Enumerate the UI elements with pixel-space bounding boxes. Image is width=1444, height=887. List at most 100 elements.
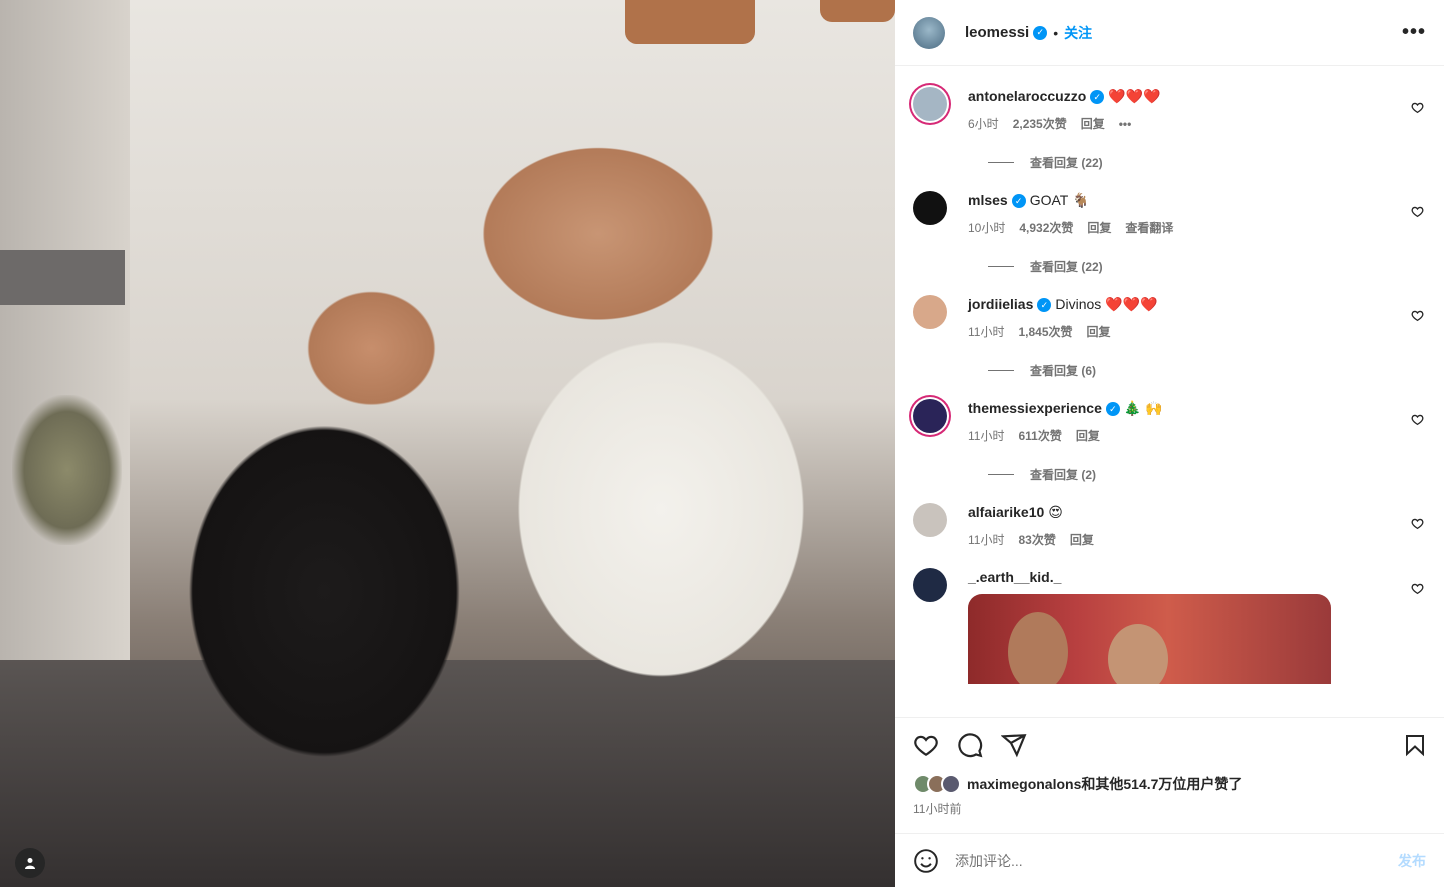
view-replies-label: 查看回复 (22) [1030,156,1103,170]
like-icon[interactable] [913,732,939,758]
verified-badge-icon: ✓ [1037,298,1052,313]
comment-input[interactable] [955,852,1398,869]
view-replies-button[interactable]: 查看回复 (22) [911,258,1428,275]
view-replies-label: 查看回复 (6) [1030,364,1097,378]
likes-count[interactable]: 和其他514.7万位用户赞了 [1081,774,1242,794]
comment-avatar[interactable] [913,87,947,121]
comment-extra-button[interactable]: 查看翻译 [1125,219,1173,236]
comment-row: themessiexperience ✓ 🎄 🙌 11小时 611次赞 回复 [911,379,1428,444]
photo-pot-2 [820,0,895,22]
comment-meta: 11小时 611次赞 回复 [968,427,1428,444]
comment-username[interactable]: mlses [968,192,1008,208]
comment-likes[interactable]: 4,932次赞 [1019,219,1073,236]
more-horizontal-icon[interactable]: ••• [1402,21,1426,44]
comment-body: antonelaroccuzzo ✓ ❤️❤️❤️ 6小时 2,235次赞 回复 ••• [968,87,1428,132]
comment-like-icon[interactable] [1411,205,1424,221]
comment-avatar[interactable] [913,191,947,225]
verified-badge-icon: ✓ [1033,25,1048,40]
comment-text: GOAT 🐐 [1029,192,1090,208]
reply-button[interactable]: 回复 [1076,427,1100,444]
comment-body: themessiexperience ✓ 🎄 🙌 11小时 611次赞 回复 [968,399,1428,444]
comment-row: mlses ✓ GOAT 🐐 10小时 4,932次赞 回复 查看翻译 [911,171,1428,236]
post-panel: leomessi ✓ • 关注 ••• antonelaroccuzzo ✓ ❤️❤… [895,0,1444,887]
comment-avatar[interactable] [913,568,947,602]
reply-button[interactable]: 回复 [1081,115,1105,132]
photo-pot-1 [625,0,755,44]
comment-likes[interactable]: 1,845次赞 [1018,323,1072,340]
reply-button[interactable]: 回复 [1087,323,1111,340]
comment-like-icon[interactable] [1411,517,1424,533]
view-replies-button[interactable]: 查看回复 (2) [911,466,1428,483]
comment-row: jordiielias ✓ Divinos ❤️❤️❤️ 11小时 1,845次赞 回复 [911,275,1428,340]
comment-likes[interactable]: 2,235次赞 [1013,115,1067,132]
comment-username[interactable]: jordiielias [968,296,1033,312]
share-icon[interactable] [1001,732,1027,758]
comment-meta: 10小时 4,932次赞 回复 查看翻译 [968,219,1428,236]
bookmark-icon[interactable] [1402,732,1428,758]
comment-avatar[interactable] [913,399,947,433]
post-photo[interactable] [0,0,895,887]
comment-line: antonelaroccuzzo ✓ ❤️❤️❤️ [968,87,1428,105]
image-face [1008,612,1068,684]
comment-extra-button[interactable]: ••• [1119,117,1132,131]
comment-meta: 11小时 83次赞 回复 [968,531,1428,548]
comment-time: 11小时 [968,429,1005,443]
comment-avatar[interactable] [913,503,947,537]
comment-body: alfaiarike10 😍 11小时 83次赞 回复 [968,503,1428,548]
comment-meta: 11小时 1,845次赞 回复 [968,323,1428,340]
comment-username[interactable]: antonelaroccuzzo [968,88,1086,104]
likes-username[interactable]: maximegonalons [967,776,1081,792]
reply-button[interactable]: 回复 [1070,531,1094,548]
tagged-users-icon[interactable] [15,848,45,878]
comment-time: 11小时 [968,533,1005,547]
comment-text: Divinos ❤️❤️❤️ [1055,296,1158,312]
comment-row: _.earth__kid._ [911,548,1428,684]
comment-icon[interactable] [957,732,983,758]
liker-avatars [913,774,961,794]
comment-time: 11小时 [968,325,1005,339]
comment-box: 发布 [895,833,1444,887]
comment-like-icon[interactable] [1411,101,1424,117]
reply-button[interactable]: 回复 [1087,219,1111,236]
image-face [1108,624,1168,684]
photo-man [430,100,850,887]
post-header: leomessi ✓ • 关注 ••• [895,0,1444,66]
separator-dot: • [1053,24,1059,41]
comment-body: _.earth__kid._ [968,568,1428,684]
post-comment-button[interactable]: 发布 [1398,851,1426,871]
post-time: 11小时前 [913,802,962,816]
comments-list[interactable]: antonelaroccuzzo ✓ ❤️❤️❤️ 6小时 2,235次赞 回复 ••• 查看… [895,67,1444,717]
verified-badge-icon: ✓ [1105,402,1120,417]
comment-item: mlses ✓ GOAT 🐐 10小时 4,932次赞 回复 查看翻译查看回复 (22) [911,171,1428,275]
replies-divider [988,266,1014,267]
follow-button[interactable]: 关注 [1064,23,1092,43]
author-username[interactable]: leomessi [965,24,1029,41]
comment-username[interactable]: themessiexperience [968,400,1102,416]
author-avatar[interactable] [913,16,945,49]
comment-item: jordiielias ✓ Divinos ❤️❤️❤️ 11小时 1,845次赞 回复查… [911,275,1428,379]
comment-like-icon[interactable] [1411,309,1424,325]
comment-image[interactable] [968,594,1331,684]
comment-likes[interactable]: 611次赞 [1018,427,1061,444]
comment-body: mlses ✓ GOAT 🐐 10小时 4,932次赞 回复 查看翻译 [968,191,1428,236]
verified-badge-icon: ✓ [1011,194,1026,209]
comment-text: 🎄 🙌 [1123,400,1163,416]
view-replies-button[interactable]: 查看回复 (22) [911,154,1428,171]
replies-divider [988,162,1014,163]
comment-like-icon[interactable] [1411,413,1424,429]
comment-item: _.earth__kid._ [911,548,1428,684]
comment-row: antonelaroccuzzo ✓ ❤️❤️❤️ 6小时 2,235次赞 回复 ••• [911,67,1428,132]
comment-username[interactable]: alfaiarike10 [968,504,1044,520]
comment-username[interactable]: _.earth__kid._ [968,569,1061,585]
view-replies-button[interactable]: 查看回复 (6) [911,362,1428,379]
comment-item: antonelaroccuzzo ✓ ❤️❤️❤️ 6小时 2,235次赞 回复 ••• 查看… [911,67,1428,171]
comment-item: themessiexperience ✓ 🎄 🙌 11小时 611次赞 回复查看回复 (2… [911,379,1428,483]
comment-like-icon[interactable] [1411,582,1424,598]
comment-body: jordiielias ✓ Divinos ❤️❤️❤️ 11小时 1,845次赞 回复 [968,295,1428,340]
emoji-icon[interactable] [913,848,939,874]
comment-line: jordiielias ✓ Divinos ❤️❤️❤️ [968,295,1428,313]
comment-avatar[interactable] [913,295,947,329]
comment-likes[interactable]: 83次赞 [1018,531,1055,548]
comment-line: themessiexperience ✓ 🎄 🙌 [968,399,1428,417]
comment-line: alfaiarike10 😍 [968,503,1428,521]
